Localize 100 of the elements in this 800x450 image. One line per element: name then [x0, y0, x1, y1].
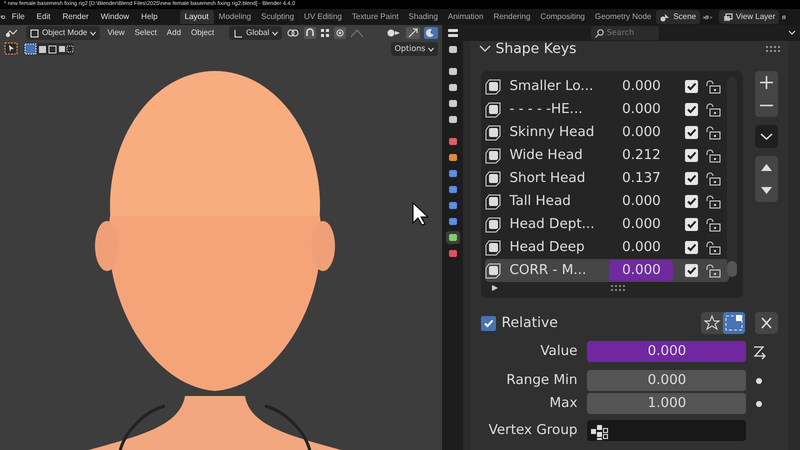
- value-field[interactable]: 0.000: [609, 260, 674, 281]
- menu-item[interactable]: Help: [135, 11, 164, 23]
- caret-icon[interactable]: [788, 29, 796, 37]
- unlocked-padlock-icon[interactable]: [706, 218, 722, 232]
- workspace-tab[interactable]: Sculpting: [256, 10, 300, 24]
- checkbox[interactable]: [685, 264, 698, 277]
- close-icon[interactable]: [755, 312, 778, 334]
- snap-magnet-icon[interactable]: [304, 27, 316, 39]
- value-field[interactable]: 0.137: [609, 168, 674, 189]
- workspace-tab[interactable]: Compositing: [535, 10, 590, 24]
- vertex-group-field[interactable]: [587, 420, 746, 441]
- visibility-icon[interactable]: [386, 28, 402, 38]
- number-field[interactable]: 0.000: [587, 370, 746, 391]
- shape-key-row[interactable]: Short Head 0.137: [485, 167, 730, 190]
- shape-key-row[interactable]: Head Deep 0.000: [485, 236, 730, 259]
- checkbox[interactable]: [685, 80, 698, 93]
- value-field[interactable]: 0.000: [609, 76, 674, 97]
- selection-mode-icons[interactable]: [24, 42, 74, 54]
- view-layer-selector[interactable]: View Layer: [718, 10, 780, 24]
- checkbox[interactable]: [685, 126, 698, 139]
- rounded-square-icon: [448, 169, 458, 178]
- shape-key-row[interactable]: Skinny Head 0.000: [485, 121, 730, 144]
- shape-key-row[interactable]: Tall Head 0.000: [485, 190, 730, 213]
- unlocked-padlock-icon[interactable]: [706, 148, 722, 162]
- pivot-icon[interactable]: [286, 28, 300, 38]
- unlocked-padlock-icon[interactable]: [706, 194, 722, 208]
- collapse-chevron-icon[interactable]: [479, 45, 492, 53]
- checkbox[interactable]: [481, 316, 496, 330]
- panel-title[interactable]: Shape Keys: [495, 38, 766, 60]
- workspace-tab[interactable]: Rendering: [488, 10, 536, 24]
- value-field[interactable]: 0.000: [609, 99, 674, 120]
- value-field[interactable]: 0.212: [609, 145, 674, 166]
- checkbox[interactable]: [685, 172, 698, 185]
- menu-item[interactable]: View: [104, 27, 128, 39]
- shape-key-row[interactable]: Smaller Lo... 0.000: [485, 75, 730, 98]
- menu-item[interactable]: Edit: [30, 11, 56, 23]
- rounded-square-icon: [448, 45, 458, 54]
- driver-icon[interactable]: [752, 344, 768, 360]
- workspace-tab[interactable]: Modeling: [214, 10, 256, 24]
- checkbox[interactable]: [685, 218, 698, 231]
- caret-icon: [272, 30, 278, 36]
- workspace-tab[interactable]: Animation: [442, 10, 488, 24]
- keyframe-dot-icon[interactable]: [756, 378, 762, 384]
- scene-icon: [660, 12, 670, 22]
- menu-item[interactable]: Window: [94, 11, 136, 23]
- keyframe-dot-icon[interactable]: [756, 400, 762, 406]
- workspace-tab[interactable]: Geometry Node: [590, 10, 656, 24]
- checkbox[interactable]: [685, 241, 698, 254]
- shape-key-row[interactable]: Wide Head 0.212: [485, 144, 730, 167]
- menu-item[interactable]: Add: [164, 27, 184, 39]
- menu-item[interactable]: Render: [56, 11, 95, 23]
- resize-grip-icon[interactable]: [611, 285, 626, 291]
- unlocked-padlock-icon[interactable]: [706, 102, 722, 116]
- workspace-tab[interactable]: UV Editing: [299, 10, 347, 24]
- overlay-icon[interactable]: [424, 27, 438, 39]
- mode-dropdown[interactable]: Object Mode: [26, 26, 100, 40]
- unlocked-padlock-icon[interactable]: [706, 240, 722, 254]
- value-field[interactable]: 0.000: [609, 237, 674, 258]
- unlocked-padlock-icon[interactable]: [706, 80, 722, 94]
- value-field[interactable]: 0.000: [609, 214, 674, 235]
- layers-icon: [722, 12, 733, 22]
- expand-triangle-icon[interactable]: [491, 284, 500, 292]
- shape-key-icon: [485, 102, 502, 118]
- menu-item[interactable]: File: [6, 11, 31, 23]
- rounded-square-icon: [448, 201, 458, 210]
- unlocked-padlock-icon[interactable]: [706, 264, 722, 278]
- menu-item[interactable]: Select: [132, 27, 160, 39]
- gizmo-icon[interactable]: [406, 27, 420, 39]
- unlocked-padlock-icon[interactable]: [706, 126, 722, 140]
- properties-tab[interactable]: [446, 231, 460, 244]
- menu-item[interactable]: Object: [188, 27, 218, 39]
- value-field[interactable]: 0.000: [609, 122, 674, 143]
- workspace-tab[interactable]: Texture Paint: [346, 10, 404, 24]
- number-field[interactable]: 0.000: [587, 341, 746, 362]
- checkbox[interactable]: [685, 103, 698, 116]
- shape-key-row[interactable]: Head Dept... 0.000: [485, 213, 730, 236]
- shape-key-icon: [485, 148, 502, 164]
- checkbox[interactable]: [685, 149, 698, 162]
- shape-key-row[interactable]: CORR - M... 0.000: [485, 259, 730, 282]
- workspace-tab[interactable]: Shading: [404, 10, 443, 24]
- scrollbar[interactable]: [727, 77, 738, 277]
- unlocked-padlock-icon[interactable]: [706, 172, 722, 186]
- shape-key-name: CORR - M...: [509, 261, 588, 280]
- orientation-dropdown[interactable]: Global: [229, 26, 282, 40]
- options-dropdown[interactable]: Options: [390, 42, 438, 56]
- shape-key-row[interactable]: - - - - -HE... 0.000: [485, 98, 730, 121]
- rounded-square-icon: [448, 217, 458, 226]
- shape-key-name: Tall Head: [509, 192, 572, 212]
- checkbox[interactable]: [685, 195, 698, 208]
- dropdown-chevron-icon[interactable]: [755, 125, 778, 148]
- scene-selector[interactable]: Scene: [656, 10, 700, 24]
- copy-icon[interactable]: [782, 12, 786, 22]
- value-field[interactable]: 0.000: [609, 191, 674, 212]
- copy-icon[interactable]: [705, 12, 710, 22]
- workspace-tab[interactable]: Layout: [180, 10, 214, 24]
- rounded-square-icon: [448, 115, 458, 124]
- grid-snap-icon[interactable]: [320, 28, 330, 38]
- proportional-edit-icon[interactable]: [334, 27, 346, 39]
- select-tool-icon[interactable]: [4, 42, 18, 55]
- number-field[interactable]: 1.000: [587, 393, 746, 414]
